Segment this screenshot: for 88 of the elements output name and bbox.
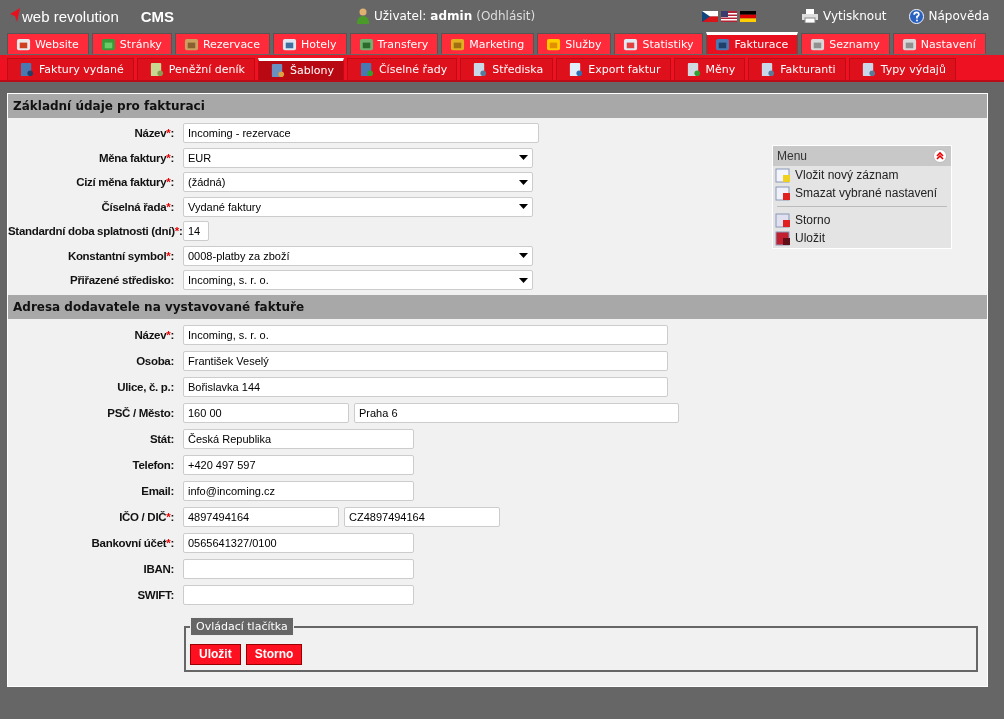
dropdown-arrow-icon bbox=[519, 155, 528, 161]
field-label: Přiřazené středisko: bbox=[69, 274, 175, 287]
field-label: Bankovní účet*: bbox=[90, 536, 175, 549]
input-field[interactable]: Česká Republika bbox=[183, 428, 414, 449]
user-icon bbox=[356, 8, 370, 24]
menu-item[interactable]: Storno bbox=[773, 211, 951, 229]
form-button[interactable]: Storno bbox=[245, 643, 303, 665]
product-name: CMS bbox=[140, 7, 175, 25]
field-label: Konstantní symbol*: bbox=[66, 249, 175, 262]
field-label: Email: bbox=[140, 484, 175, 497]
dropdown-arrow-icon bbox=[519, 277, 528, 283]
field-label: Standardní doba splatnosti (dní)*: bbox=[8, 225, 183, 238]
input-field[interactable]: František Veselý bbox=[183, 350, 668, 371]
sub-tab[interactable]: Typy výdajů bbox=[848, 58, 956, 80]
input-field[interactable]: Incoming - rezervace bbox=[183, 123, 539, 144]
form-button[interactable]: Uložit bbox=[190, 643, 241, 665]
dropdown-arrow-icon bbox=[519, 179, 528, 185]
input-field[interactable]: 160 00 bbox=[183, 402, 349, 423]
field-label: Ulice, č. p.: bbox=[116, 380, 175, 393]
help-icon bbox=[908, 8, 924, 24]
sub-tab[interactable]: Střediska bbox=[460, 58, 554, 80]
field-label: IČO / DIČ*: bbox=[118, 510, 175, 523]
user-label: Uživatel: bbox=[374, 9, 427, 23]
print-link[interactable]: Vytisknout bbox=[802, 8, 887, 24]
field-label: Číselná řada*: bbox=[100, 200, 175, 213]
menu-title: Menu bbox=[777, 149, 808, 163]
flag-icon[interactable] bbox=[702, 10, 718, 22]
field-label: Osoba: bbox=[135, 354, 175, 367]
user-name: admin bbox=[430, 9, 473, 23]
select-field[interactable]: 0008-platby za zboží bbox=[183, 245, 533, 266]
menu-item[interactable]: Smazat vybrané nastavení bbox=[773, 184, 951, 202]
input-field[interactable] bbox=[183, 558, 414, 579]
main-tab[interactable]: Transfery bbox=[349, 33, 439, 54]
printer-icon bbox=[802, 9, 818, 23]
input-field[interactable]: info@incoming.cz bbox=[183, 480, 414, 501]
field-label: Název*: bbox=[133, 127, 175, 140]
main-tab[interactable]: Website bbox=[7, 33, 89, 54]
select-field[interactable]: Vydané faktury bbox=[183, 196, 533, 217]
sub-tab[interactable]: Fakturanti bbox=[748, 58, 846, 80]
select-field[interactable]: EUR bbox=[183, 147, 533, 168]
main-tab[interactable]: Stránky bbox=[91, 33, 172, 54]
collapse-icon[interactable] bbox=[933, 149, 947, 163]
input-field[interactable]: +420 497 597 bbox=[183, 454, 414, 475]
select-field[interactable]: (žádná) bbox=[183, 172, 533, 193]
menu-item[interactable]: Vložit nový záznam bbox=[773, 166, 951, 184]
main-tab[interactable]: Služby bbox=[537, 33, 612, 54]
select-field[interactable]: Incoming, s. r. o. bbox=[183, 270, 533, 291]
input-field[interactable]: Bořislavka 144 bbox=[183, 376, 668, 397]
field-label: Stát: bbox=[148, 432, 175, 445]
input-field[interactable]: 14 bbox=[183, 221, 209, 242]
logout-link[interactable]: (Odhlásit) bbox=[476, 9, 536, 23]
field-label: Telefon: bbox=[131, 458, 175, 471]
field-label: SWIFT: bbox=[136, 588, 175, 601]
sub-tab[interactable]: Faktury vydané bbox=[7, 58, 134, 80]
main-tab[interactable]: Nastavení bbox=[892, 33, 986, 54]
input-field[interactable]: 0565641327/0100 bbox=[183, 532, 414, 553]
input-field[interactable]: CZ4897494164 bbox=[344, 506, 500, 527]
flag-icon[interactable] bbox=[740, 10, 756, 22]
input-field[interactable]: Incoming, s. r. o. bbox=[183, 324, 668, 345]
section-header: Základní údaje pro fakturaci bbox=[8, 94, 987, 118]
main-tab[interactable]: Statistiky bbox=[614, 33, 704, 54]
sub-tab[interactable]: Peněžní deník bbox=[136, 58, 255, 80]
field-label: Název*: bbox=[133, 328, 175, 341]
input-field[interactable]: Praha 6 bbox=[354, 402, 679, 423]
input-field[interactable]: 4897494164 bbox=[183, 506, 339, 527]
menu-item[interactable]: Uložit bbox=[773, 229, 951, 247]
dropdown-arrow-icon bbox=[519, 204, 528, 210]
main-tab[interactable]: Seznamy bbox=[801, 33, 890, 54]
main-tab[interactable]: Fakturace bbox=[706, 32, 799, 54]
sub-tab[interactable]: Export faktur bbox=[556, 58, 671, 80]
main-tab[interactable]: Marketing bbox=[441, 33, 535, 54]
sub-tab[interactable]: Šablony bbox=[257, 58, 344, 80]
input-field[interactable] bbox=[183, 584, 414, 605]
sub-tab[interactable]: Číselné řady bbox=[346, 58, 458, 80]
main-tab[interactable]: Hotely bbox=[272, 33, 347, 54]
field-label: Měna faktury*: bbox=[97, 151, 175, 164]
help-link[interactable]: Nápověda bbox=[908, 8, 990, 24]
sub-tab[interactable]: Měny bbox=[673, 58, 746, 80]
section-header: Adresa dodavatele na vystavované faktuře bbox=[8, 294, 987, 319]
logo-star-icon bbox=[10, 7, 20, 22]
group-legend: Ovládací tlačítka bbox=[190, 616, 294, 636]
field-label: IBAN: bbox=[142, 562, 175, 575]
field-label: PSČ / Město: bbox=[106, 406, 175, 419]
dropdown-arrow-icon bbox=[519, 253, 528, 259]
main-tab[interactable]: Rezervace bbox=[174, 33, 270, 54]
flag-icon[interactable] bbox=[721, 10, 737, 22]
field-label: Cizí měna faktury*: bbox=[75, 176, 175, 189]
brand-name: web revolution bbox=[22, 7, 119, 25]
